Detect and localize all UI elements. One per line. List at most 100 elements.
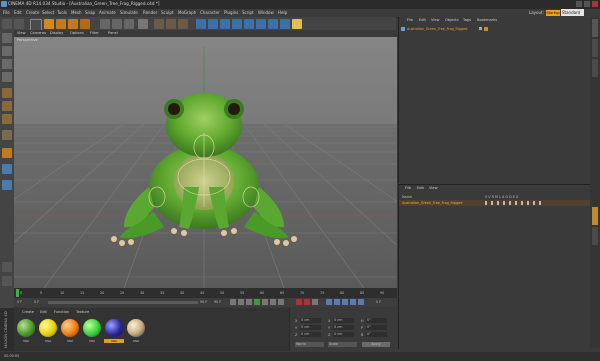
z-axis-icon[interactable] xyxy=(124,19,134,29)
objects-menu-view[interactable]: View xyxy=(431,18,440,22)
timeline-playhead[interactable] xyxy=(16,289,19,297)
texture-mode-icon[interactable] xyxy=(2,59,12,69)
layout-select[interactable]: Standard xyxy=(561,9,584,16)
viewport-menu-view[interactable]: View xyxy=(17,31,26,35)
material-swatch[interactable] xyxy=(17,319,35,337)
object-list-item[interactable]: Australian_Green_Tree_Frog_Rigged xyxy=(407,27,467,31)
goto-start-icon[interactable] xyxy=(230,299,236,305)
edges-mode-icon[interactable] xyxy=(2,101,12,111)
material-menu-create[interactable]: Create xyxy=(22,310,34,314)
goto-end-icon[interactable] xyxy=(278,299,284,305)
solo-mode-icon[interactable] xyxy=(2,262,12,272)
coord-pos-x-field[interactable]: 0 cm xyxy=(300,318,321,323)
menu-mograph[interactable]: MoGraph xyxy=(178,10,196,15)
coord-scale-select[interactable]: Scale xyxy=(328,342,357,347)
menu-help[interactable]: Help xyxy=(278,10,287,15)
maximize-button[interactable] xyxy=(584,1,590,7)
prev-key-icon[interactable] xyxy=(238,299,244,305)
coord-mode-select[interactable]: World xyxy=(295,342,324,347)
undo-icon[interactable] xyxy=(2,19,12,29)
coordinate-system-icon[interactable] xyxy=(138,19,148,29)
x-axis-icon[interactable] xyxy=(100,19,110,29)
redo-icon[interactable] xyxy=(14,19,24,29)
record-keys-icon[interactable] xyxy=(296,299,302,305)
coord-size-z-field[interactable]: 0 cm xyxy=(333,332,354,337)
objects-menu-file[interactable]: File xyxy=(407,18,413,22)
scale-icon[interactable] xyxy=(56,19,66,29)
viewport-menu-cameras[interactable]: Cameras xyxy=(30,31,46,35)
menu-plugins[interactable]: Plugins xyxy=(224,10,238,15)
rotate-icon[interactable] xyxy=(68,19,78,29)
deformer-icon[interactable] xyxy=(256,19,266,29)
menu-simulate[interactable]: Simulate xyxy=(120,10,138,15)
cube-icon[interactable] xyxy=(196,19,206,29)
axis-mode-icon[interactable] xyxy=(2,130,12,140)
menu-edit[interactable]: Edit xyxy=(14,10,22,15)
coord-pos-z-field[interactable]: 0 cm xyxy=(300,332,321,337)
layers-menu-view[interactable]: View xyxy=(429,186,438,190)
menu-render[interactable]: Render xyxy=(143,10,157,15)
objects-menu-objects[interactable]: Objects xyxy=(445,18,459,22)
y-axis-icon[interactable] xyxy=(112,19,122,29)
objects-menu-tags[interactable]: Tags xyxy=(463,18,471,22)
close-button[interactable] xyxy=(592,1,598,7)
scale-key-icon[interactable] xyxy=(334,299,340,305)
menu-mesh[interactable]: Mesh xyxy=(71,10,82,15)
layers-tab[interactable] xyxy=(592,227,598,245)
point-level-key-icon[interactable] xyxy=(358,299,364,305)
coord-apply-button[interactable]: Apply xyxy=(362,342,390,347)
viewport-menu-panel[interactable]: Panel xyxy=(108,31,118,35)
make-editable-icon[interactable] xyxy=(2,33,12,43)
array-icon[interactable] xyxy=(232,19,242,29)
objects-menu-bookmarks[interactable]: Bookmarks xyxy=(477,18,497,22)
snap-icon[interactable] xyxy=(2,164,12,174)
move-icon[interactable] xyxy=(44,19,54,29)
pen-icon[interactable] xyxy=(208,19,218,29)
next-frame-icon[interactable] xyxy=(262,299,268,305)
material-menu-function[interactable]: Function xyxy=(54,310,69,314)
coord-pos-y-field[interactable]: 0 cm xyxy=(300,325,321,330)
perspective-viewport[interactable] xyxy=(14,37,397,288)
autokey-icon[interactable] xyxy=(304,299,310,305)
menu-animate[interactable]: Animate xyxy=(99,10,116,15)
menu-select[interactable]: Select xyxy=(42,10,54,15)
parameter-key-icon[interactable] xyxy=(350,299,356,305)
structure-tab[interactable] xyxy=(592,59,598,77)
keyframe-selection-icon[interactable] xyxy=(312,299,318,305)
coord-size-x-field[interactable]: 0 cm xyxy=(333,318,354,323)
menu-create[interactable]: Create xyxy=(26,10,39,15)
menu-character[interactable]: Character xyxy=(200,10,220,15)
coord-rot-p-field[interactable]: 0° xyxy=(366,325,387,330)
workplane-lock-icon[interactable] xyxy=(2,180,12,190)
position-key-icon[interactable] xyxy=(326,299,332,305)
light-icon[interactable] xyxy=(292,19,302,29)
camera-icon[interactable] xyxy=(280,19,290,29)
content-browser-tab[interactable] xyxy=(592,39,598,57)
visibility-dot-icon[interactable] xyxy=(479,27,482,30)
menu-window[interactable]: Window xyxy=(258,10,274,15)
coord-rot-h-field[interactable]: 0° xyxy=(366,318,387,323)
frame-current-field[interactable]: 0 F xyxy=(34,300,39,304)
viewport-solo-icon[interactable] xyxy=(2,276,12,286)
layer-flag-icons[interactable] xyxy=(485,201,545,205)
layers-menu-file[interactable]: File xyxy=(405,186,411,190)
objects-menu-edit[interactable]: Edit xyxy=(419,18,426,22)
objects-tab[interactable] xyxy=(592,19,598,37)
material-swatch[interactable] xyxy=(127,319,145,337)
recent-tool-icon[interactable] xyxy=(80,19,90,29)
layers-menu-edit[interactable]: Edit xyxy=(417,186,424,190)
menu-tools[interactable]: Tools xyxy=(57,10,67,15)
model-mode-icon[interactable] xyxy=(2,46,12,56)
attributes-tab[interactable] xyxy=(592,207,598,225)
material-menu-texture[interactable]: Texture xyxy=(76,310,89,314)
frame-max-field[interactable]: 90 F xyxy=(214,300,221,304)
polygons-mode-icon[interactable] xyxy=(2,114,12,124)
menu-file[interactable]: File xyxy=(3,10,10,15)
render-settings-icon[interactable] xyxy=(178,19,188,29)
subdivision-surface-icon[interactable] xyxy=(220,19,230,29)
material-swatch[interactable] xyxy=(61,319,79,337)
minimize-button[interactable] xyxy=(576,1,582,7)
floor-icon[interactable] xyxy=(268,19,278,29)
render-view-icon[interactable] xyxy=(154,19,164,29)
menu-script[interactable]: Script xyxy=(242,10,254,15)
